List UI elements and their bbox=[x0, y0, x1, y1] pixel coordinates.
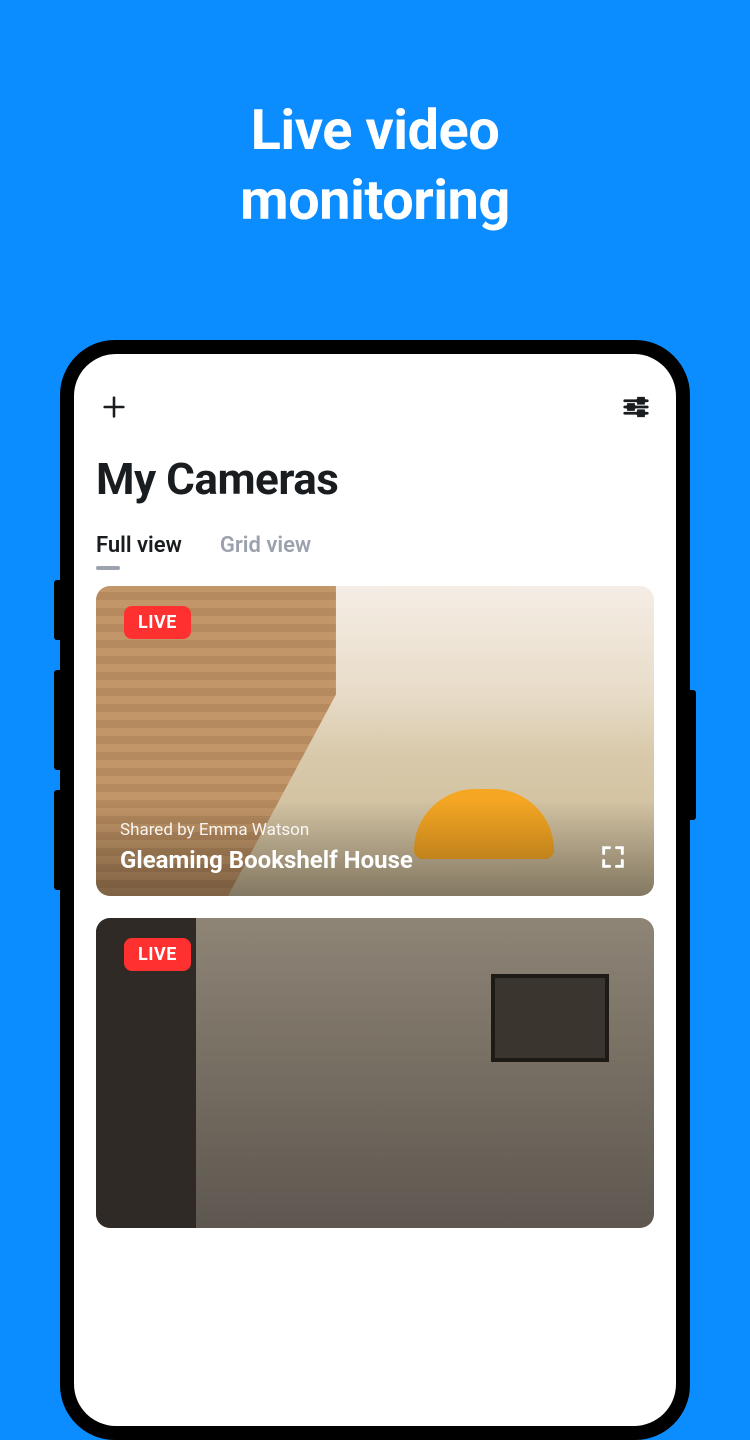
phone-side-button bbox=[54, 790, 60, 890]
add-button[interactable] bbox=[96, 389, 132, 425]
live-badge: LIVE bbox=[124, 606, 191, 639]
camera-card[interactable]: LIVE bbox=[96, 918, 654, 1228]
sliders-icon bbox=[621, 392, 651, 422]
card-text: Shared by Emma Watson Gleaming Bookshelf… bbox=[120, 820, 413, 874]
expand-icon bbox=[599, 843, 627, 871]
tab-full-view[interactable]: Full view bbox=[96, 533, 182, 558]
tab-label: Grid view bbox=[220, 533, 311, 558]
promo-title-line1: Live video bbox=[251, 97, 500, 163]
camera-card[interactable]: LIVE Shared by Emma Watson Gleaming Book… bbox=[96, 586, 654, 896]
shared-by-label: Shared by Emma Watson bbox=[120, 820, 413, 840]
camera-list: LIVE Shared by Emma Watson Gleaming Book… bbox=[74, 586, 676, 1228]
fullscreen-button[interactable] bbox=[596, 840, 630, 874]
phone-side-button bbox=[690, 690, 696, 820]
phone-side-button bbox=[54, 670, 60, 770]
live-badge: LIVE bbox=[124, 938, 191, 971]
page-title: My Cameras bbox=[74, 435, 676, 533]
phone-frame: My Cameras Full view Grid view LIVE Shar… bbox=[60, 340, 690, 1440]
promo-title: Live video monitoring bbox=[0, 0, 750, 235]
tab-label: Full view bbox=[96, 533, 182, 558]
plus-icon bbox=[100, 393, 128, 421]
filter-button[interactable] bbox=[618, 389, 654, 425]
phone-screen: My Cameras Full view Grid view LIVE Shar… bbox=[74, 354, 676, 1426]
card-overlay: Shared by Emma Watson Gleaming Bookshelf… bbox=[96, 800, 654, 896]
camera-title: Gleaming Bookshelf House bbox=[120, 846, 413, 874]
top-bar bbox=[74, 354, 676, 435]
tab-grid-view[interactable]: Grid view bbox=[220, 533, 311, 558]
promo-title-line2: monitoring bbox=[240, 167, 510, 233]
view-tabs: Full view Grid view bbox=[74, 533, 676, 586]
phone-side-button bbox=[54, 580, 60, 640]
